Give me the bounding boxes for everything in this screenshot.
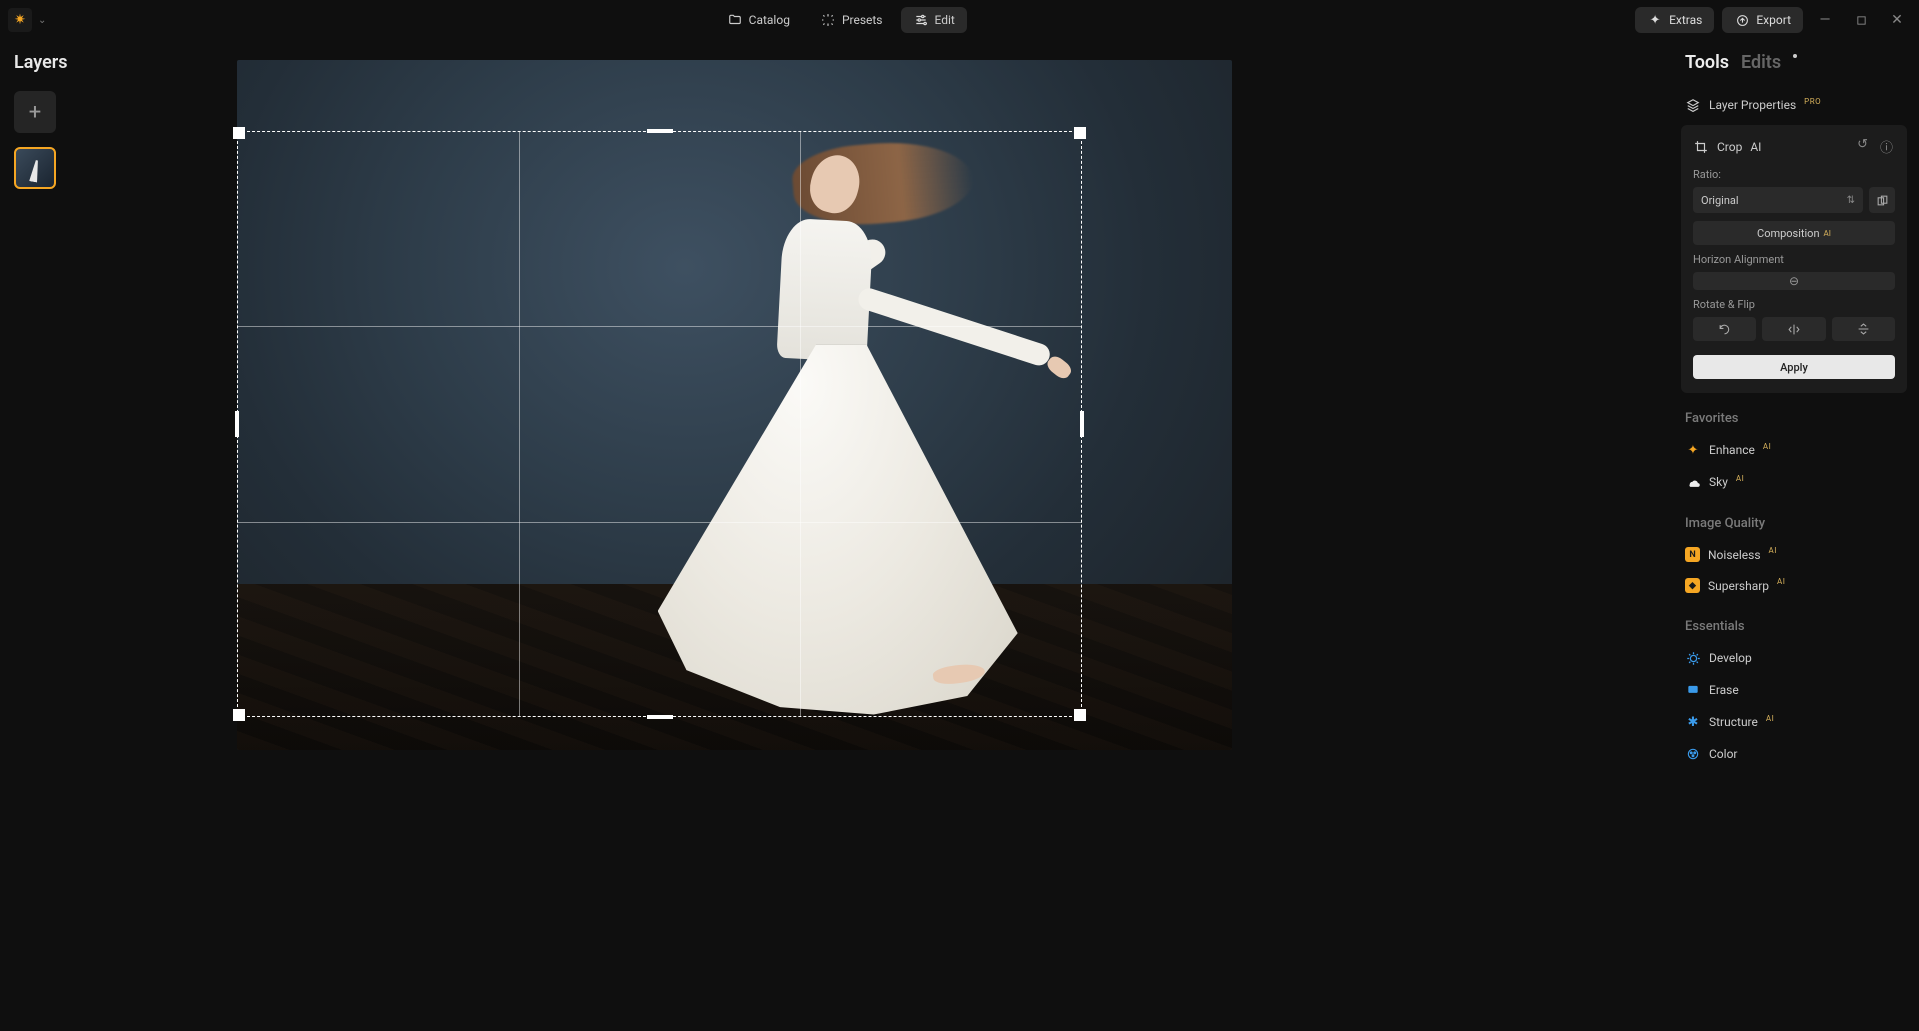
chevron-updown-icon: ⇅ (1847, 195, 1855, 206)
maximize-button[interactable] (1847, 6, 1875, 34)
noiseless-icon: N (1685, 547, 1700, 562)
layers-panel: Layers + (0, 40, 160, 201)
crop-icon (1693, 139, 1709, 155)
apply-button[interactable]: Apply (1693, 355, 1895, 379)
favorites-section-title: Favorites (1685, 411, 1907, 426)
enhance-label: Enhance (1709, 443, 1755, 457)
crop-panel: Crop AI ↺ ⓘ Ratio: Original ⇅ Compositio… (1681, 125, 1907, 393)
ai-badge: AI (1777, 577, 1785, 586)
supersharp-tool[interactable]: ◆ Supersharp AI (1681, 570, 1907, 601)
edit-tab[interactable]: Edit (901, 7, 967, 33)
flip-vertical-button[interactable] (1832, 317, 1895, 341)
horizon-label: Horizon Alignment (1693, 253, 1895, 266)
ratio-swap-button[interactable] (1869, 187, 1895, 213)
erase-label: Erase (1709, 683, 1739, 697)
supersharp-icon: ◆ (1685, 578, 1700, 593)
enhance-icon: ✦ (1685, 442, 1701, 458)
layer-properties-label: Layer Properties (1709, 98, 1796, 112)
logo-dropdown-icon[interactable]: ⌄ (38, 15, 46, 26)
catalog-label: Catalog (749, 13, 790, 27)
apply-label: Apply (1780, 361, 1808, 374)
edits-tab[interactable]: Edits (1741, 52, 1781, 73)
rotate-button[interactable] (1693, 317, 1756, 341)
layer-thumbnail[interactable] (14, 147, 56, 189)
ai-badge: AI (1763, 442, 1771, 451)
canvas[interactable] (237, 60, 1232, 750)
erase-icon (1685, 682, 1701, 698)
ratio-value: Original (1701, 194, 1739, 207)
essentials-section-title: Essentials (1685, 619, 1907, 634)
layers-title: Layers (14, 52, 146, 73)
ai-badge: AI (1766, 714, 1774, 723)
horizon-slider[interactable]: ⊖ (1693, 272, 1895, 290)
presets-label: Presets (842, 13, 883, 27)
noiseless-label: Noiseless (1708, 548, 1761, 562)
flip-horizontal-button[interactable] (1762, 317, 1825, 341)
folder-icon (727, 12, 743, 28)
enhance-tool[interactable]: ✦ Enhance AI (1681, 434, 1907, 466)
crop-title: Crop (1717, 140, 1742, 154)
canvas-floor (237, 584, 1232, 750)
color-icon (1685, 746, 1701, 762)
structure-icon: ✱ (1685, 714, 1701, 730)
horizon-center-icon: ⊖ (1789, 274, 1799, 288)
sky-tool[interactable]: Sky AI (1681, 466, 1907, 498)
presets-tab[interactable]: Presets (808, 7, 895, 33)
add-layer-button[interactable]: + (14, 91, 56, 133)
sky-label: Sky (1709, 475, 1728, 489)
ai-badge: AI (1769, 546, 1777, 555)
extras-label: Extras (1669, 13, 1702, 27)
ratio-select[interactable]: Original ⇅ (1693, 187, 1863, 213)
crop-header: Crop AI ↺ ⓘ (1693, 135, 1895, 158)
erase-tool[interactable]: Erase (1681, 674, 1907, 706)
reset-icon[interactable]: ↺ (1855, 135, 1870, 158)
develop-icon (1685, 650, 1701, 666)
noiseless-tool[interactable]: N Noiseless AI (1681, 539, 1907, 570)
export-button[interactable]: Export (1722, 7, 1803, 33)
panel-tabs: Tools Edits (1685, 52, 1907, 73)
structure-label: Structure (1709, 715, 1758, 729)
close-button[interactable]: ✕ (1883, 6, 1911, 34)
extras-button[interactable]: ✦ Extras (1635, 7, 1714, 33)
layer-properties-row[interactable]: Layer Properties PRO (1681, 89, 1907, 121)
color-label: Color (1709, 747, 1737, 761)
composition-label: Composition (1757, 227, 1820, 240)
ai-badge: AI (1736, 474, 1744, 483)
catalog-tab[interactable]: Catalog (715, 7, 802, 33)
edit-label: Edit (935, 13, 955, 27)
image-quality-section-title: Image Quality (1685, 516, 1907, 531)
develop-label: Develop (1709, 651, 1752, 665)
rotate-flip-label: Rotate & Flip (1693, 298, 1895, 311)
sliders-icon (913, 12, 929, 28)
right-panel: Tools Edits Layer Properties PRO Crop AI… (1669, 40, 1919, 1031)
layers-icon (1685, 97, 1701, 113)
ratio-label: Ratio: (1693, 168, 1895, 181)
structure-tool[interactable]: ✱ Structure AI (1681, 706, 1907, 738)
plus-sparkle-icon: ✦ (1647, 12, 1663, 28)
ai-badge: AI (1750, 140, 1761, 154)
topbar-right: ✦ Extras Export — ✕ (1635, 6, 1911, 34)
minimize-button[interactable]: — (1811, 6, 1839, 34)
tools-tab[interactable]: Tools (1685, 52, 1729, 73)
sparkle-icon (820, 12, 836, 28)
ai-badge: AI (1824, 229, 1831, 238)
topbar: ✷ ⌄ Catalog Presets Edit ✦ Extras (0, 0, 1919, 40)
supersharp-label: Supersharp (1708, 579, 1769, 593)
export-icon (1734, 12, 1750, 28)
app-logo[interactable]: ✷ (8, 8, 32, 32)
color-tool[interactable]: Color (1681, 738, 1907, 770)
develop-tool[interactable]: Develop (1681, 642, 1907, 674)
edits-indicator-dot (1793, 54, 1797, 58)
composition-button[interactable]: Composition AI (1693, 221, 1895, 245)
topbar-center: Catalog Presets Edit (715, 7, 967, 33)
export-label: Export (1756, 13, 1791, 27)
pro-badge: PRO (1804, 97, 1821, 106)
cloud-icon (1685, 474, 1701, 490)
info-icon[interactable]: ⓘ (1878, 135, 1895, 158)
topbar-left: ✷ ⌄ (8, 8, 46, 32)
